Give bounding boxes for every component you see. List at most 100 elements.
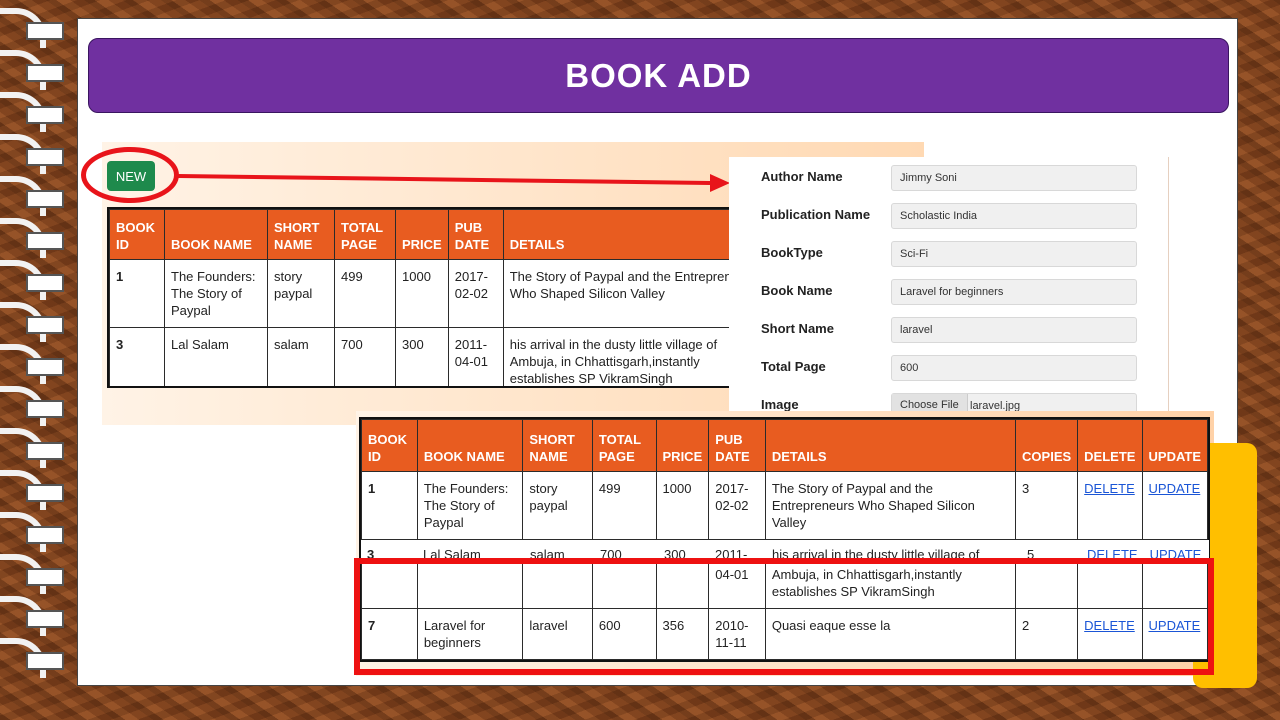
book-name-input[interactable]: Laravel for beginners <box>891 279 1137 305</box>
ring-tab <box>26 190 64 208</box>
cell-total-page: 499 <box>591 471 657 540</box>
book-table-before: BOOK ID BOOK NAME SHORT NAME TOTAL PAGE … <box>107 207 732 388</box>
cell-total-page: 700 <box>594 540 658 558</box>
spiral-ring <box>0 302 66 342</box>
cell-price: 1000 <box>655 471 710 540</box>
form-row-book-name: Book Name Laravel for beginners <box>729 279 1168 305</box>
spiral-ring <box>0 50 66 90</box>
spiral-ring <box>0 134 66 174</box>
arrow-to-form <box>177 174 730 192</box>
row-lal-salam-partial: 3 Lal Salam salam 700 300 2011- his arri… <box>361 540 1209 558</box>
cell-book-name: Lal Salam <box>417 540 524 558</box>
new-button-highlight-circle <box>81 147 179 203</box>
new-row-highlight-box <box>354 558 1214 675</box>
header-price: PRICE <box>655 419 710 472</box>
cell-pub-date: 2017-02-02 <box>708 471 766 540</box>
ring-tab <box>26 652 64 670</box>
short-name-label: Short Name <box>761 321 834 336</box>
cell-delete: DELETE <box>1077 471 1143 540</box>
header-update: UPDATE <box>1141 419 1209 472</box>
spiral-ring <box>0 218 66 258</box>
header-price: PRICE <box>395 209 449 260</box>
header-delete: DELETE <box>1077 419 1143 472</box>
cell-id: 1 <box>109 259 165 328</box>
cell-id: 3 <box>109 327 165 386</box>
delete-link[interactable]: DELETE <box>1081 540 1144 558</box>
spiral-ring <box>0 260 66 300</box>
update-link[interactable]: UPDATE <box>1149 481 1201 496</box>
cell-book-name: The Founders: The Story of Paypal <box>416 471 524 540</box>
cell-details: his arrival in the dusty little village … <box>766 540 1021 558</box>
cell-details: The Story of Paypal and the Entrepreneur… <box>764 471 1017 540</box>
total-page-label: Total Page <box>761 359 826 374</box>
ring-tab <box>26 526 64 544</box>
spiral-ring <box>0 470 66 510</box>
book-name-label: Book Name <box>761 283 833 298</box>
ring-tab <box>26 442 64 460</box>
spiral-binding <box>0 0 70 720</box>
ring-tab <box>26 106 64 124</box>
short-name-input[interactable]: laravel <box>891 317 1137 343</box>
form-row-total-page: Total Page 600 <box>729 355 1168 381</box>
cell-price: 300 <box>395 327 449 386</box>
cell-book-name: The Founders: The Story of Paypal <box>164 259 268 328</box>
cell-id: 3 <box>361 540 417 558</box>
author-name-label: Author Name <box>761 169 843 184</box>
cell-details: The Story of Paypal and the Entrepreneur… <box>502 259 732 328</box>
header-details: DETAILS <box>764 419 1017 472</box>
cell-total-page: 499 <box>334 259 396 328</box>
header-copies: COPIES <box>1015 419 1079 472</box>
spiral-ring <box>0 8 66 48</box>
table-row: 3 Lal Salam salam 700 300 2011-04-01 his… <box>109 327 732 386</box>
table-row: 1 The Founders: The Story of Paypal stor… <box>361 471 1209 540</box>
header-book-id: BOOK ID <box>109 209 165 260</box>
cell-total-page: 700 <box>334 327 396 386</box>
total-page-input[interactable]: 600 <box>891 355 1137 381</box>
cell-short-name: story paypal <box>267 259 335 328</box>
booktype-input[interactable]: Sci-Fi <box>891 241 1137 267</box>
cell-update: UPDATE <box>1141 471 1209 540</box>
header-book-name: BOOK NAME <box>416 419 524 472</box>
author-name-input[interactable]: Jimmy Soni <box>891 165 1137 191</box>
ring-tab <box>26 232 64 250</box>
cell-book-name: Lal Salam <box>164 327 268 386</box>
update-link[interactable]: UPDATE <box>1143 540 1209 558</box>
header-pub-date: PUB DATE <box>447 209 504 260</box>
spiral-ring <box>0 512 66 552</box>
header-pub-date: PUB DATE <box>708 419 766 472</box>
spiral-ring <box>0 176 66 216</box>
header-short-name: SHORT NAME <box>267 209 335 260</box>
cell-short-name: salam <box>267 327 335 386</box>
publication-name-label: Publication Name <box>761 207 871 222</box>
spiral-ring <box>0 596 66 636</box>
booktype-label: BookType <box>761 245 823 260</box>
delete-link[interactable]: DELETE <box>1084 481 1135 496</box>
form-row-short-name: Short Name laravel <box>729 317 1168 343</box>
header-book-id: BOOK ID <box>361 419 418 472</box>
spiral-ring <box>0 344 66 384</box>
ring-tab <box>26 400 64 418</box>
ring-tab <box>26 568 64 586</box>
header-total-page: TOTAL PAGE <box>591 419 657 472</box>
cell-short-name: salam <box>524 540 594 558</box>
ring-tab <box>26 148 64 166</box>
cell-price: 300 <box>658 540 709 558</box>
form-row-publication: Publication Name Scholastic India <box>729 203 1168 229</box>
cell-price: 1000 <box>395 259 449 328</box>
ring-tab <box>26 610 64 628</box>
cell-details: his arrival in the dusty little village … <box>502 327 732 386</box>
publication-name-input[interactable]: Scholastic India <box>891 203 1137 229</box>
header-total-page: TOTAL PAGE <box>334 209 396 260</box>
page-title: BOOK ADD <box>88 38 1229 113</box>
header-short-name: SHORT NAME <box>522 419 593 472</box>
book-add-form: Author Name Jimmy Soni Publication Name … <box>729 157 1169 417</box>
spiral-ring <box>0 554 66 594</box>
cell-pub-date: 2017-02-02 <box>447 259 504 328</box>
ring-tab <box>26 358 64 376</box>
cell-id: 1 <box>361 471 418 540</box>
spiral-ring <box>0 386 66 426</box>
cell-pub-date: 2011- <box>709 540 766 558</box>
ring-tab <box>26 274 64 292</box>
cell-short-name: story paypal <box>522 471 593 540</box>
table-row: 1 The Founders: The Story of Paypal stor… <box>109 259 732 328</box>
